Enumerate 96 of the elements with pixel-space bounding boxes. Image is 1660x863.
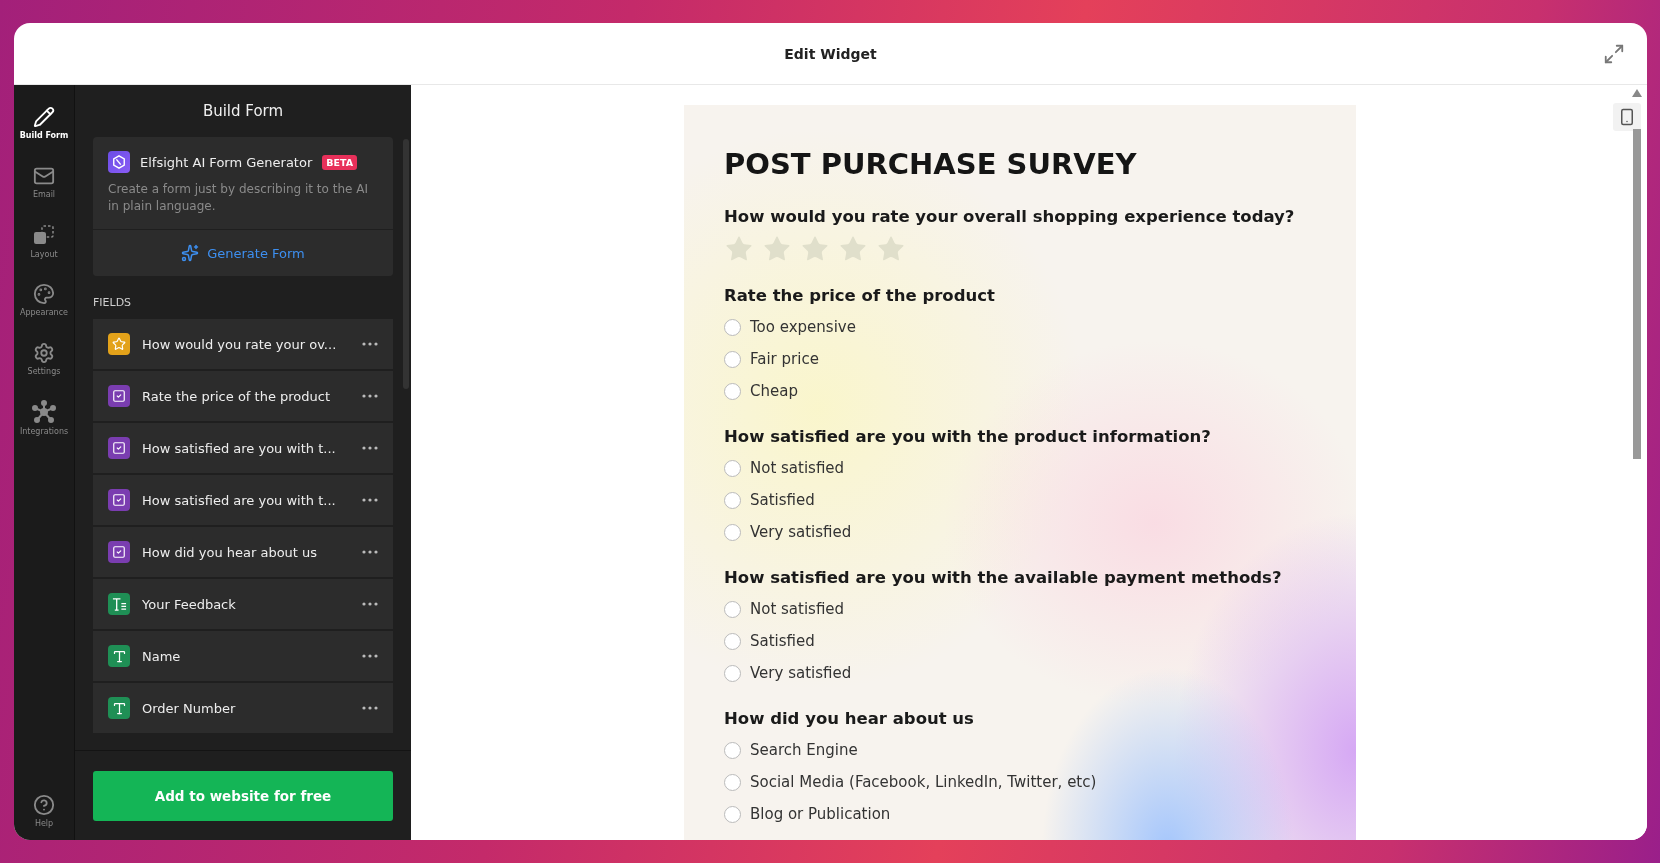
field-item[interactable]: How did you hear about us xyxy=(93,527,393,577)
integrations-icon xyxy=(32,399,56,424)
ai-card-description: Create a form just by describing it to the AI in plain language. xyxy=(108,181,369,215)
device-toggle-button[interactable] xyxy=(1613,103,1641,131)
help-button[interactable]: Help xyxy=(14,781,74,840)
text-icon xyxy=(111,700,127,716)
field-item[interactable]: How would you rate your ov... xyxy=(93,319,393,369)
option-label: Very satisfied xyxy=(750,523,852,541)
option-label: Too expensive xyxy=(750,318,856,336)
radio-button[interactable] xyxy=(724,773,741,791)
field-label: Your Feedback xyxy=(142,596,237,612)
option-label: Not satisfied xyxy=(750,459,845,477)
option-label: Blog or Publication xyxy=(750,805,891,823)
sidebar-tab[interactable]: Integrations xyxy=(14,388,74,447)
help-icon xyxy=(33,793,55,816)
palette-icon xyxy=(33,282,55,305)
more-button[interactable] xyxy=(362,550,378,554)
field-label: Name xyxy=(142,648,182,664)
more-icon xyxy=(362,602,378,606)
layout-icon xyxy=(32,222,56,247)
radio-button[interactable] xyxy=(724,491,741,509)
panel-title: Build Form xyxy=(201,101,285,122)
pencil-icon xyxy=(33,105,55,128)
fields-heading: FIELDS xyxy=(93,296,133,309)
radio-button[interactable] xyxy=(724,523,741,541)
question-label: How satisfied are you with the product information? xyxy=(724,427,1212,446)
field-label: How satisfied are you with t... xyxy=(142,440,337,456)
option-label: Cheap xyxy=(750,382,798,400)
option-label: Fair price xyxy=(750,350,819,368)
sidebar-tab[interactable]: Layout xyxy=(14,211,74,270)
field-item[interactable]: Name xyxy=(93,631,393,681)
sidebar-tab[interactable]: Appearance xyxy=(14,270,74,329)
more-button[interactable] xyxy=(362,654,378,658)
checkbox-icon xyxy=(112,493,126,507)
radio-button[interactable] xyxy=(724,805,741,823)
sidebar-tab[interactable]: Email xyxy=(14,152,74,211)
ai-logo-icon xyxy=(108,151,130,173)
field-item[interactable]: Order Number xyxy=(93,683,393,733)
field-item[interactable]: How satisfied are you with t... xyxy=(93,423,393,473)
more-icon xyxy=(362,498,378,502)
field-item[interactable]: How satisfied are you with t... xyxy=(93,475,393,525)
ai-card-title: Elfsight AI Form Generator xyxy=(140,154,313,170)
sidebar-tab[interactable]: Build Form xyxy=(14,93,74,152)
expand-icon xyxy=(1603,43,1625,65)
field-item[interactable]: Rate the price of the product xyxy=(93,371,393,421)
question-label: Rate the price of the product xyxy=(724,286,996,305)
more-button[interactable] xyxy=(362,498,378,502)
checkbox-icon xyxy=(112,545,126,559)
more-icon xyxy=(362,342,378,346)
radio-button[interactable] xyxy=(724,318,741,336)
more-icon xyxy=(362,706,378,710)
more-button[interactable] xyxy=(362,342,378,346)
field-item[interactable]: Your Feedback xyxy=(93,579,393,629)
option-label: Very satisfied xyxy=(750,664,852,682)
more-icon xyxy=(362,550,378,554)
radio-button[interactable] xyxy=(724,664,741,682)
scroll-up-icon[interactable] xyxy=(1632,89,1642,97)
sparkles-icon xyxy=(181,244,200,262)
form-title: POST PURCHASE SURVEY xyxy=(724,147,1138,181)
field-label: How did you hear about us xyxy=(142,544,319,560)
window-title: Edit Widget xyxy=(784,45,877,62)
option-label: Not satisfied xyxy=(750,600,845,618)
settings-icon xyxy=(33,341,55,364)
radio-button[interactable] xyxy=(724,350,741,368)
more-button[interactable] xyxy=(362,446,378,450)
option-label: Satisfied xyxy=(750,632,815,650)
option-label: Social Media (Facebook, LinkedIn, Twitter, etc) xyxy=(750,773,1097,791)
question-label: How satisfied are you with the available payment methods? xyxy=(724,568,1283,587)
radio-button[interactable] xyxy=(724,632,741,650)
radio-button[interactable] xyxy=(724,459,741,477)
text-icon xyxy=(111,648,127,664)
question-label: How would you rate your overall shopping experience today? xyxy=(724,207,1296,226)
field-label: Rate the price of the product xyxy=(142,388,332,404)
scrollbar[interactable] xyxy=(1633,129,1641,459)
more-button[interactable] xyxy=(362,706,378,710)
more-icon xyxy=(362,394,378,398)
question-label: How did you hear about us xyxy=(724,709,975,728)
star-icon xyxy=(112,337,126,351)
more-icon xyxy=(362,654,378,658)
radio-button[interactable] xyxy=(724,382,741,400)
field-label: How would you rate your ov... xyxy=(142,336,338,352)
option-label: Search Engine xyxy=(750,741,858,759)
more-icon xyxy=(362,446,378,450)
option-label: Satisfied xyxy=(750,491,815,509)
field-label: How satisfied are you with t... xyxy=(142,492,337,508)
radio-button[interactable] xyxy=(724,741,741,759)
checkbox-icon xyxy=(112,389,126,403)
more-button[interactable] xyxy=(362,394,378,398)
more-button[interactable] xyxy=(362,602,378,606)
phone-icon xyxy=(1618,108,1636,126)
sidebar-tab[interactable]: Settings xyxy=(14,329,74,388)
text-area-icon xyxy=(111,596,127,612)
radio-button[interactable] xyxy=(724,600,741,618)
checkbox-icon xyxy=(112,441,126,455)
beta-badge: BETA xyxy=(322,154,358,170)
field-label: Order Number xyxy=(142,700,237,716)
